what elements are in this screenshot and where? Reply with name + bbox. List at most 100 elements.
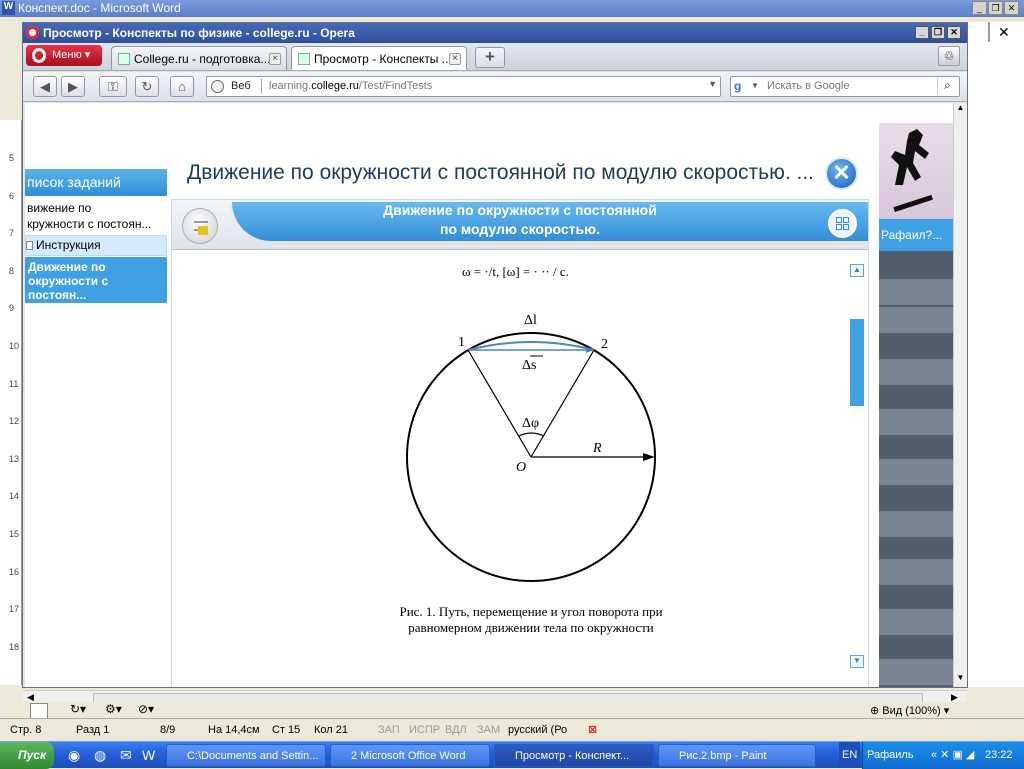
status-ovr[interactable]: ЗАМ	[477, 719, 500, 741]
task-label: Рис.2.bmp - Paint	[679, 750, 767, 762]
task-paint[interactable]: Рис.2.bmp - Paint	[658, 744, 816, 767]
arc-path	[467, 341, 595, 351]
opera-minimize-button[interactable]: _	[915, 26, 929, 39]
search-placeholder: Искать в Google	[767, 80, 850, 92]
help-close-icon[interactable]: ✕	[998, 24, 1010, 41]
key-icon[interactable]: ⚿	[99, 76, 127, 97]
opera-maximize-button[interactable]: ❐	[931, 26, 945, 39]
scroll-down-button[interactable]: ▼	[954, 673, 967, 687]
status-rec[interactable]: ЗАП	[378, 719, 400, 741]
home-button[interactable]: ⌂	[170, 76, 194, 97]
tab-close-icon[interactable]: ×	[449, 53, 461, 65]
divider	[988, 22, 990, 42]
circle-figure: ω = ·/t, [ω] = · ·· / с. 1 2 Δl Δs Δφ R …	[399, 264, 662, 635]
clock: 23:22	[985, 749, 1013, 761]
search-field[interactable]: g ▼ Искать в Google ⌕	[730, 76, 960, 97]
opera-window: Просмотр - Конспекты по физике - college…	[22, 22, 968, 706]
page-icon	[118, 53, 130, 65]
arrow-icon	[198, 226, 208, 235]
status-ext[interactable]: ВДЛ	[445, 719, 467, 741]
forward-button[interactable]: ▶	[61, 76, 85, 97]
scroll-up-button[interactable]: ▲	[850, 264, 864, 277]
back-button[interactable]: ◀	[33, 76, 57, 97]
scroll-thumb[interactable]	[850, 319, 864, 406]
user-label[interactable]: Рафаил?...	[879, 219, 953, 251]
url-pre: learning.	[269, 80, 312, 92]
word-title-bar: Конспект.doc - Microsoft Word	[0, 0, 1024, 17]
right-panel: Рафаил?...	[879, 123, 953, 687]
chevron-down-icon[interactable]: ▼	[751, 81, 759, 90]
sidebar-item-task[interactable]: вижение по кружности с постоян...	[25, 200, 167, 232]
new-tab-button[interactable]: +	[475, 47, 505, 68]
panel-title: Движение по окружности с постоянной по мо…	[172, 201, 868, 239]
page-icon	[298, 53, 310, 65]
url-domain: college.ru	[311, 80, 359, 92]
stop-icon[interactable]: ⊘▾	[138, 702, 154, 716]
scroll-up-button[interactable]: ▲	[954, 103, 967, 117]
panel-title-line1: Движение по окружности с постоянной	[383, 202, 657, 218]
spelling-icon[interactable]: ⊠	[588, 719, 597, 741]
task-explorer[interactable]: C:\Documents and Settin...	[166, 744, 326, 767]
browser-icon[interactable]: ◍	[94, 747, 106, 764]
language-indicator[interactable]: EN	[839, 742, 861, 768]
tools-icon[interactable]: ⚙▾	[105, 702, 122, 716]
sidebar-item-label: Инструкция	[36, 238, 101, 252]
radius-label: R	[592, 441, 602, 456]
taskbar: Пуск ◉ ◍ ✉ W C:\Documents and Settin... …	[0, 741, 1024, 769]
opera-title: Просмотр - Конспекты по физике - college…	[43, 26, 355, 40]
task-label: Просмотр - Конспект...	[515, 750, 630, 762]
zoom-control[interactable]: ⊕ Вид (100%) ▾	[870, 704, 949, 717]
tab-prosmotr[interactable]: Просмотр - Конспекты ... ×	[291, 46, 467, 70]
mail-icon[interactable]: ✉	[120, 747, 132, 764]
skater-image	[879, 123, 953, 219]
minimize-button[interactable]: _	[972, 1, 987, 15]
panel-header: Движение по окружности с постоянной по мо…	[172, 200, 868, 250]
reload-button[interactable]: ↻	[135, 76, 159, 97]
close-button[interactable]: ✕	[1004, 1, 1019, 15]
opera-vertical-scrollbar[interactable]: ▲ ▼	[953, 103, 967, 687]
start-button[interactable]: Пуск	[0, 742, 54, 769]
panel-scrollbar[interactable]: ▲ ▼	[848, 264, 866, 674]
opera-close-button[interactable]: ✕	[947, 26, 961, 39]
word-right-area: ✕	[968, 22, 1024, 687]
grid-icon[interactable]	[828, 209, 857, 238]
content-panel: Движение по окружности с постоянной по мо…	[171, 199, 869, 687]
address-bar[interactable]: Веб learning.college.ru/Test/FindTests ▼	[206, 76, 721, 97]
opera-logo-icon	[26, 26, 39, 39]
chevron-down-icon[interactable]: ▼	[708, 79, 717, 89]
task-sidebar: писок заданий вижение по кружности с пос…	[25, 169, 167, 687]
trash-icon[interactable]: ♲	[938, 46, 960, 66]
menu-icon[interactable]	[182, 208, 218, 244]
tray-icons[interactable]: « ✕ ▣ ◢	[931, 742, 974, 768]
task-word[interactable]: 2 Microsoft Office Word	[330, 744, 490, 767]
system-tray: EN Рафаиль « ✕ ▣ ◢ 23:22	[839, 742, 1024, 769]
word-app-icon: W	[2, 1, 15, 15]
word-toolbar-left	[0, 48, 22, 108]
close-icon[interactable]: ✕	[825, 157, 858, 190]
navigation-toolbar: ◀ ▶ ⚿ ↻ ⌂ Веб learning.college.ru/Test/F…	[23, 72, 967, 102]
maximize-button[interactable]: ❐	[988, 1, 1003, 15]
point-1-label: 1	[458, 335, 465, 350]
tab-close-icon[interactable]: ×	[269, 53, 281, 65]
tab-college[interactable]: College.ru - подготовка... ×	[111, 46, 287, 70]
status-trk[interactable]: ИСПР	[409, 719, 440, 741]
opera-menu-button[interactable]: Меню ▾	[26, 45, 102, 66]
tab-label: College.ru - подготовка...	[134, 52, 271, 66]
address-url[interactable]: learning.college.ru/Test/FindTests	[269, 80, 432, 92]
status-pages: 8/9	[160, 724, 176, 736]
formula: ω = ·/t, [ω] = · ·· / с.	[462, 264, 569, 279]
arc-length-label: Δl	[524, 313, 537, 328]
word-title: Конспект.doc - Microsoft Word	[18, 1, 181, 15]
status-lang: русский (Ро	[508, 724, 568, 736]
sidebar-item-instruction[interactable]: Инструкция	[25, 235, 167, 256]
sidebar-item-active[interactable]: Движение по окружности с постоян...	[25, 257, 167, 303]
search-icon[interactable]: ⌕	[937, 78, 957, 95]
menu-label: Меню	[52, 49, 82, 61]
status-section: Разд 1	[76, 724, 110, 736]
media-icon[interactable]: ◉	[68, 747, 80, 764]
word-icon[interactable]: W	[142, 747, 155, 763]
scroll-down-button[interactable]: ▼	[850, 655, 864, 668]
refresh-icon[interactable]: ↻▾	[70, 702, 86, 716]
task-opera[interactable]: Просмотр - Конспект...	[494, 744, 654, 767]
view-icon[interactable]	[30, 703, 48, 719]
